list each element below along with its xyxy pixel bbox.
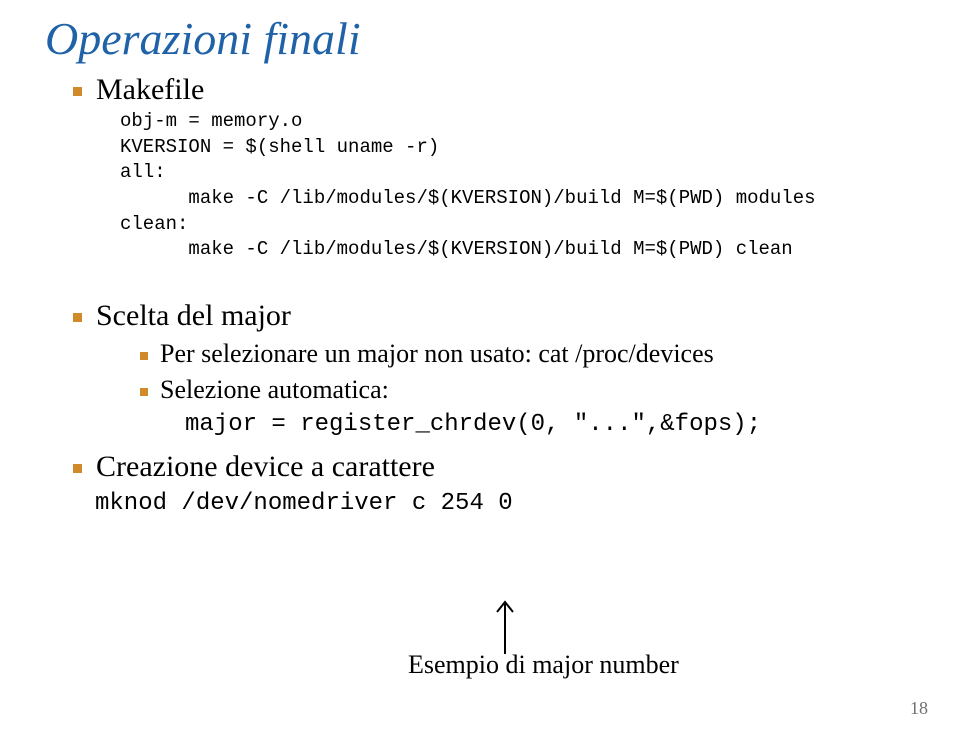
bullet-device: Creazione device a carattere <box>73 450 915 484</box>
major-label: Scelta del major <box>96 299 291 333</box>
bullet-icon <box>73 87 82 96</box>
major-code: major = register_chrdev(0, "...",&fops); <box>185 411 915 438</box>
major-sub2: Selezione automatica: <box>160 375 389 405</box>
bullet-makefile: Makefile <box>73 73 915 107</box>
bullet-icon <box>73 313 82 322</box>
device-label: Creazione device a carattere <box>96 450 435 484</box>
bullet-icon <box>73 464 82 473</box>
bullet-icon <box>140 388 148 396</box>
bullet-icon <box>140 352 148 360</box>
bullet-major-sub2: Selezione automatica: <box>140 375 915 405</box>
page-number: 18 <box>910 698 928 719</box>
example-label: Esempio di major number <box>408 650 679 680</box>
major-sub1: Per selezionare un major non usato: cat … <box>160 339 714 369</box>
bullet-major: Scelta del major <box>73 299 915 333</box>
arrow-up-icon <box>485 596 525 656</box>
slide-title: Operazioni finali <box>45 12 915 65</box>
bullet-major-sub1: Per selezionare un major non usato: cat … <box>140 339 915 369</box>
makefile-code: obj-m = memory.o KVERSION = $(shell unam… <box>120 109 915 263</box>
device-code: mknod /dev/nomedriver c 254 0 <box>95 490 915 517</box>
makefile-label: Makefile <box>96 73 204 107</box>
